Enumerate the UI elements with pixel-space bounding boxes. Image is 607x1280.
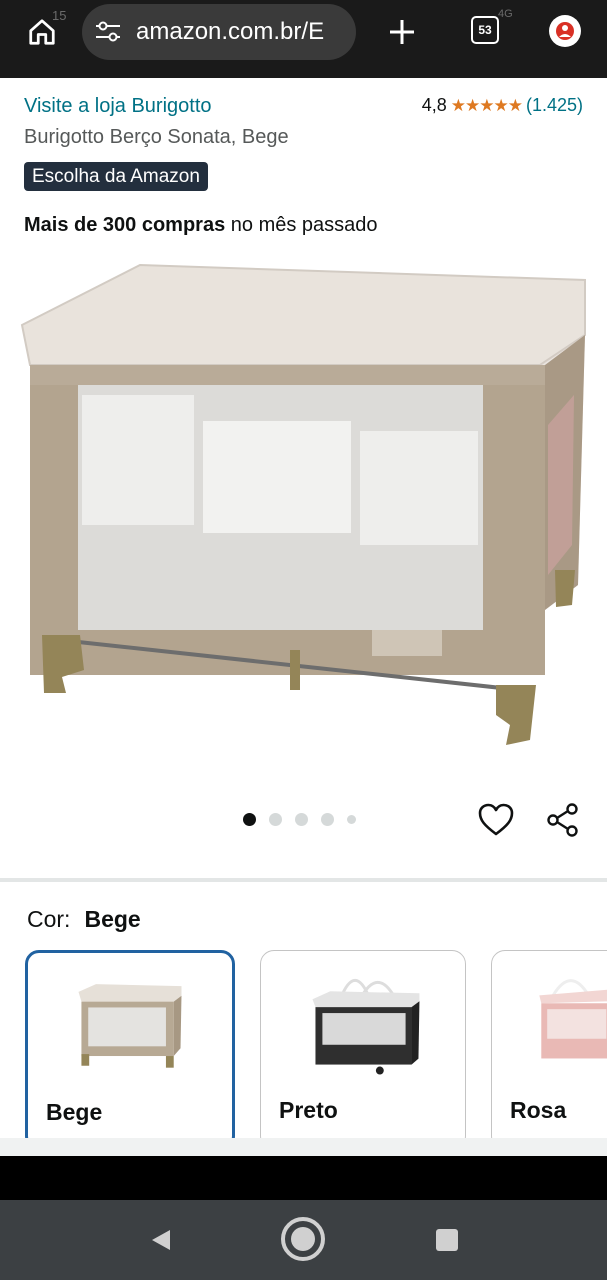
nav-back-button[interactable] — [146, 1225, 176, 1255]
rating-value: 4,8 — [421, 95, 447, 115]
color-thumbnail — [312, 978, 420, 1075]
color-option-bege[interactable]: Bege — [25, 950, 235, 1150]
share-icon — [547, 803, 578, 837]
home-icon — [29, 19, 55, 45]
section-divider — [0, 878, 607, 882]
share-button[interactable] — [543, 800, 583, 840]
amazon-choice-badge: Escolha da Amazon — [24, 162, 208, 191]
color-option-preto[interactable]: Preto — [260, 950, 466, 1150]
avatar-icon — [556, 22, 574, 40]
back-triangle-icon — [152, 1230, 170, 1250]
carousel-dot[interactable] — [243, 813, 256, 826]
purchase-count-bold: Mais de 300 compras — [24, 214, 226, 236]
account-avatar[interactable] — [549, 15, 581, 47]
color-option-name: Preto — [279, 1097, 338, 1123]
rating-summary[interactable]: 4,8 ★★★★★ (1.425) — [422, 95, 583, 116]
recent-square-icon — [436, 1229, 458, 1251]
status-signal: 4G — [498, 8, 513, 20]
color-thumbnail — [78, 984, 182, 1068]
carousel-dot[interactable] — [269, 813, 282, 826]
tune-icon[interactable] — [94, 20, 122, 44]
color-label: Cor: Bege — [27, 906, 141, 933]
new-tab-button[interactable] — [382, 12, 422, 52]
carousel-dot[interactable] — [347, 815, 356, 824]
color-thumbnail — [539, 979, 607, 1059]
nav-home-button[interactable] — [280, 1216, 326, 1262]
bottom-spacer — [0, 1156, 607, 1200]
home-button[interactable] — [22, 12, 62, 52]
carousel-dot[interactable] — [295, 813, 308, 826]
star-rating-icon: ★★★★★ — [450, 95, 523, 115]
tabs-count: 53 — [478, 23, 492, 37]
page-fold — [0, 1138, 607, 1156]
purchase-count-rest: no mês passado — [225, 214, 378, 236]
color-option-name: Bege — [46, 1099, 103, 1125]
color-option-name: Rosa — [510, 1097, 567, 1123]
plus-icon — [390, 20, 414, 44]
product-title: Burigotto Berço Sonata, Bege — [24, 126, 289, 148]
url-bar[interactable]: amazon.com.br/E — [82, 4, 356, 60]
purchase-count: Mais de 300 compras no mês passado — [24, 214, 378, 237]
browser-toolbar: 15 4G amazon.com.br/E 53 — [0, 0, 607, 78]
nav-recents-button[interactable] — [433, 1226, 461, 1254]
color-selected-value: Bege — [84, 906, 141, 932]
home-circle-icon — [281, 1217, 325, 1261]
tabs-button[interactable]: 53 — [471, 16, 499, 44]
color-option-rosa[interactable]: Rosa — [491, 950, 607, 1150]
wishlist-button[interactable] — [476, 800, 516, 840]
rating-count[interactable]: (1.425) — [526, 95, 583, 116]
heart-icon — [478, 803, 514, 836]
store-link[interactable]: Visite a loja Burigotto — [24, 95, 212, 118]
url-text: amazon.com.br/E — [136, 18, 325, 45]
image-carousel-indicator — [243, 813, 356, 826]
color-label-key: Cor: — [27, 906, 71, 932]
carousel-dot[interactable] — [321, 813, 334, 826]
product-image[interactable] — [0, 245, 607, 785]
